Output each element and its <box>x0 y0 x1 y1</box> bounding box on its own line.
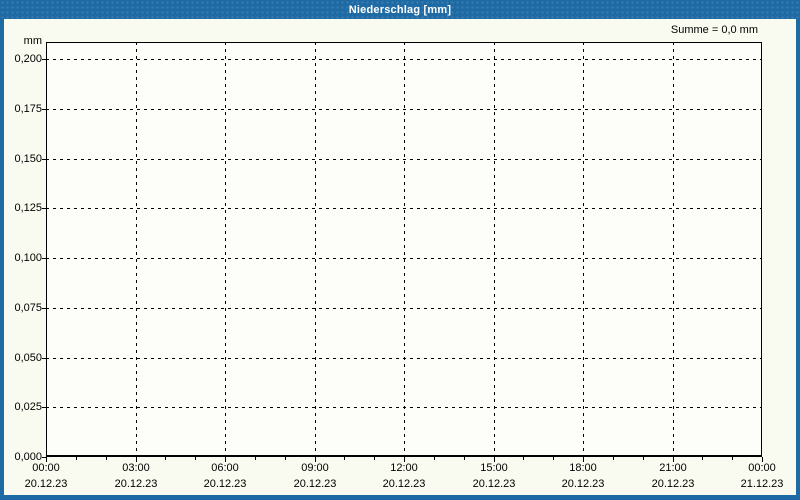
y-tick <box>42 258 46 259</box>
y-tick-label: 0,125 <box>14 202 42 214</box>
y-tick-label: 0,075 <box>14 302 42 314</box>
chart-window: Niederschlag [mm] Summe = 0,0 mm mm 0,20… <box>0 0 800 500</box>
x-tick-minor <box>523 457 524 460</box>
x-tick-minor <box>434 457 435 460</box>
x-tick-minor <box>285 457 286 460</box>
x-tick-minor <box>643 457 644 460</box>
y-tick <box>42 358 46 359</box>
y-tick <box>42 159 46 160</box>
title-bar: Niederschlag [mm] <box>0 0 800 19</box>
x-time-label: 15:00 <box>480 462 508 474</box>
y-tick <box>42 407 46 408</box>
x-tick-minor <box>195 457 196 460</box>
x-tick-minor <box>76 457 77 460</box>
x-time-label: 18:00 <box>569 462 597 474</box>
window-frame-bottom <box>0 495 800 500</box>
x-tick-minor <box>165 457 166 460</box>
x-time-label: 06:00 <box>211 462 239 474</box>
x-tick-minor <box>344 457 345 460</box>
x-date-label: 20.12.23 <box>561 478 605 490</box>
x-time-label: 00:00 <box>32 462 60 474</box>
x-date-label: 20.12.23 <box>293 478 337 490</box>
x-date-label: 20.12.23 <box>651 478 695 490</box>
x-tick-minor <box>106 457 107 460</box>
x-tick-minor <box>613 457 614 460</box>
x-time-label: 12:00 <box>390 462 418 474</box>
window-frame-right <box>796 19 800 500</box>
x-tick-minor <box>732 457 733 460</box>
y-axis-unit: mm <box>23 35 42 47</box>
x-tick-minor <box>553 457 554 460</box>
x-date-label: 20.12.23 <box>24 478 68 490</box>
y-tick <box>42 308 46 309</box>
y-tick-label: 0,100 <box>14 252 42 264</box>
x-date-label: 20.12.23 <box>382 478 426 490</box>
gridline-vertical <box>136 42 137 457</box>
x-date-label: 20.12.23 <box>472 478 516 490</box>
x-time-label: 09:00 <box>301 462 329 474</box>
y-tick-label: 0,150 <box>14 153 42 165</box>
gridline-vertical <box>225 42 226 457</box>
x-tick-minor <box>255 457 256 460</box>
y-tick <box>42 208 46 209</box>
y-tick-label: 0,050 <box>14 352 42 364</box>
x-time-label: 03:00 <box>122 462 150 474</box>
y-tick <box>42 59 46 60</box>
sum-label: Summe = 0,0 mm <box>670 24 758 36</box>
x-tick-minor <box>374 457 375 460</box>
x-tick-minor <box>702 457 703 460</box>
x-time-label: 00:00 <box>748 462 776 474</box>
y-tick-label: 0,200 <box>14 53 42 65</box>
gridline-vertical <box>315 42 316 457</box>
x-date-label: 20.12.23 <box>114 478 158 490</box>
gridline-vertical <box>583 42 584 457</box>
gridline-vertical <box>494 42 495 457</box>
gridline-vertical <box>404 42 405 457</box>
gridline-vertical <box>673 42 674 457</box>
y-tick-label: 0,025 <box>14 401 42 413</box>
y-tick <box>42 109 46 110</box>
x-time-label: 21:00 <box>659 462 687 474</box>
y-tick-label: 0,175 <box>14 103 42 115</box>
x-date-label: 21.12.23 <box>740 478 784 490</box>
x-tick-minor <box>464 457 465 460</box>
x-date-label: 20.12.23 <box>203 478 247 490</box>
chart-title: Niederschlag [mm] <box>348 3 452 16</box>
